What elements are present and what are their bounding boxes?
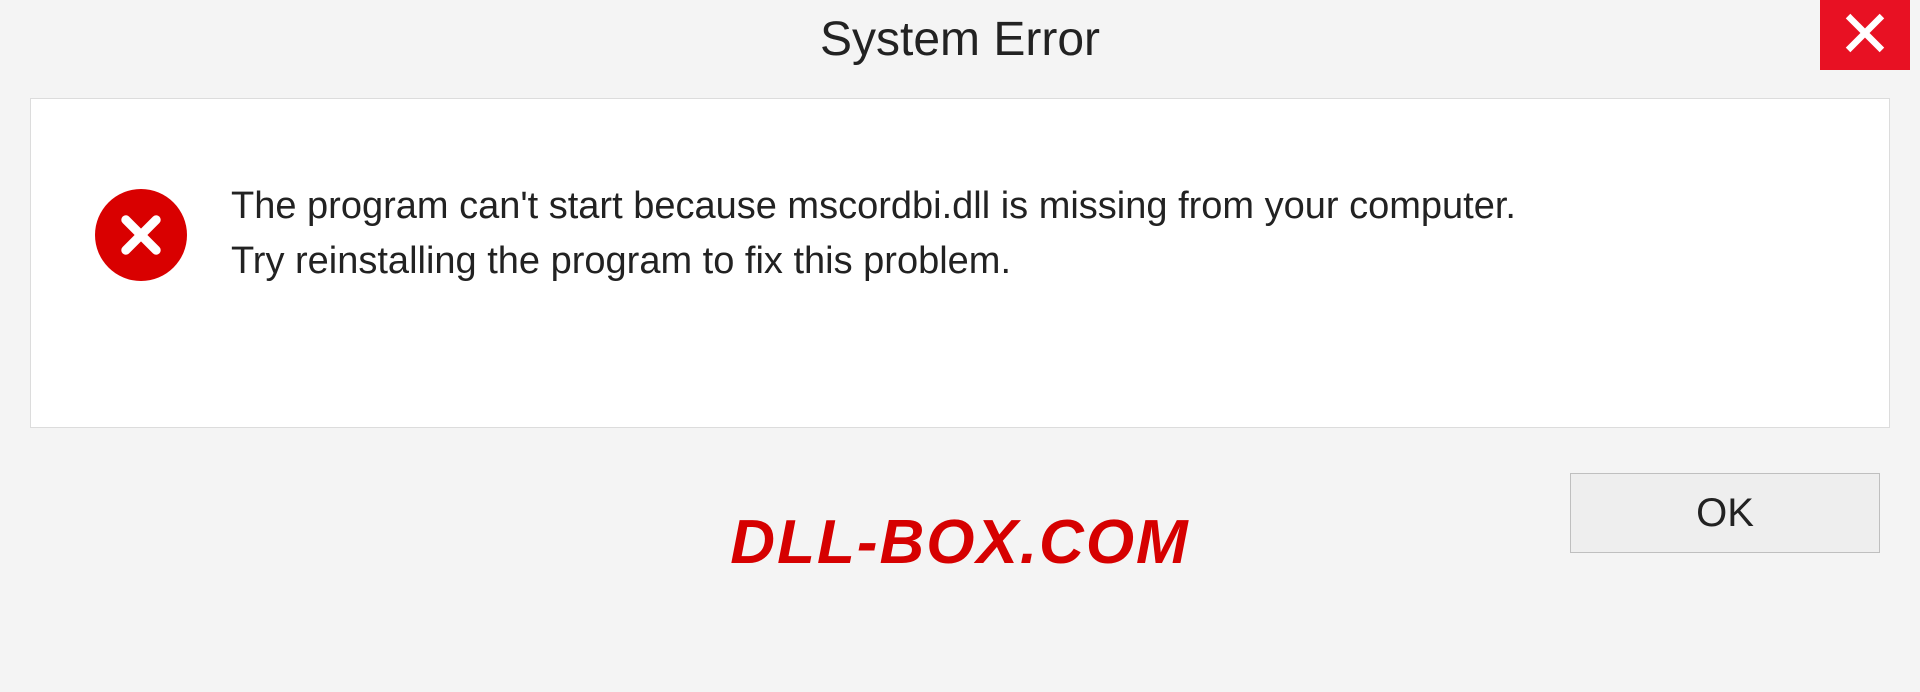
dialog-footer: DLL-BOX.COM OK xyxy=(0,428,1920,658)
error-icon xyxy=(91,185,191,285)
dialog-titlebar: System Error xyxy=(0,0,1920,90)
close-button[interactable] xyxy=(1820,0,1910,70)
message-line-1: The program can't start because mscordbi… xyxy=(231,179,1849,234)
watermark-text: DLL-BOX.COM xyxy=(730,507,1189,578)
dialog-content: The program can't start because mscordbi… xyxy=(30,98,1890,428)
ok-button[interactable]: OK xyxy=(1570,473,1880,553)
close-icon xyxy=(1843,11,1887,60)
dialog-message: The program can't start because mscordbi… xyxy=(231,179,1849,289)
message-line-2: Try reinstalling the program to fix this… xyxy=(231,234,1849,289)
dialog-title: System Error xyxy=(820,12,1100,67)
